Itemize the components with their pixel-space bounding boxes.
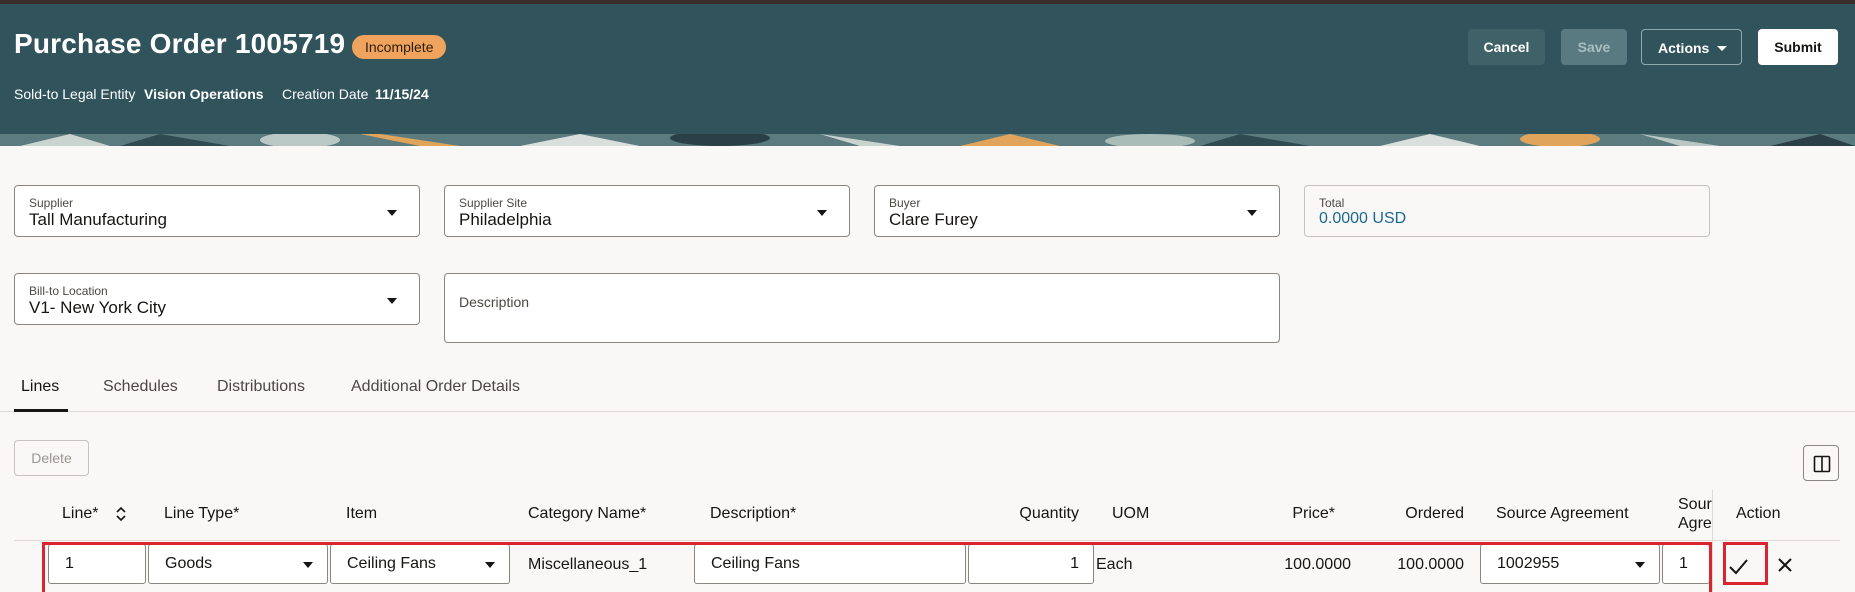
status-badge: Incomplete <box>352 35 447 59</box>
supplier-label: Supplier <box>29 196 74 210</box>
actions-menu-button[interactable]: Actions <box>1641 29 1742 65</box>
decorative-banner <box>0 134 1855 146</box>
supplier-select[interactable]: Supplier Tall Manufacturing <box>14 185 420 237</box>
row-highlight <box>42 542 1712 592</box>
column-header-action: Action <box>1736 505 1781 522</box>
frozen-column-divider <box>1712 490 1713 592</box>
legal-entity-value: Vision Operations <box>144 86 264 102</box>
column-header-description: Description* <box>710 505 797 522</box>
column-header-source-agreement-line-bottom: Agre <box>1678 515 1712 532</box>
legal-entity-label: Sold-to Legal Entity <box>14 86 136 102</box>
dropdown-arrow-icon <box>817 210 827 216</box>
sort-icon[interactable] <box>114 504 128 524</box>
buyer-select[interactable]: Buyer Clare Furey <box>874 185 1280 237</box>
header-divider <box>14 540 1840 541</box>
cancel-button[interactable]: Cancel <box>1468 29 1545 65</box>
column-header-ordered: Ordered <box>1405 505 1464 522</box>
caret-down-icon <box>1717 46 1727 51</box>
column-header-category: Category Name* <box>528 505 647 522</box>
column-manager-button[interactable] <box>1803 445 1839 481</box>
column-header-price: Price* <box>1292 505 1335 522</box>
description-field[interactable]: Description <box>444 273 1280 343</box>
bill-to-location-value: V1- New York City <box>29 298 166 317</box>
total-label: Total <box>1319 196 1345 210</box>
column-header-source-agreement-line-top: Sour <box>1678 496 1712 513</box>
description-label: Description <box>459 294 530 310</box>
column-header-source-agreement: Source Agreement <box>1496 505 1629 522</box>
tab-bar: Lines Schedules Distributions Additional… <box>0 374 1855 412</box>
column-header-source-agreement-line: Sour Agre <box>1678 495 1712 533</box>
creation-date-label: Creation Date <box>282 86 369 102</box>
column-header-uom: UOM <box>1112 505 1150 522</box>
column-header-quantity: Quantity <box>1019 505 1079 522</box>
tab-lines[interactable]: Lines <box>21 378 59 396</box>
dropdown-arrow-icon <box>387 210 397 216</box>
total-field: Total 0.0000 USD <box>1304 185 1710 237</box>
tab-distributions[interactable]: Distributions <box>217 378 305 396</box>
submit-button[interactable]: Submit <box>1758 29 1838 65</box>
check-icon[interactable] <box>1727 555 1749 577</box>
column-header-item: Item <box>346 505 378 522</box>
column-header-line[interactable]: Line* <box>62 505 98 523</box>
buyer-value: Clare Furey <box>889 210 978 229</box>
actions-label: Actions <box>1658 40 1710 56</box>
dropdown-arrow-icon <box>1247 210 1257 216</box>
bill-to-location-label: Bill-to Location <box>29 284 108 298</box>
page-title: Purchase Order 1005719 <box>14 28 346 59</box>
delete-button[interactable]: Delete <box>14 440 89 476</box>
save-button[interactable]: Save <box>1561 29 1627 65</box>
close-icon[interactable] <box>1775 555 1795 575</box>
supplier-site-select[interactable]: Supplier Site Philadelphia <box>444 185 850 237</box>
total-value[interactable]: 0.0000 USD <box>1319 210 1406 228</box>
columns-icon <box>1813 455 1831 473</box>
creation-date-value: 11/15/24 <box>375 86 429 102</box>
buyer-label: Buyer <box>889 196 921 210</box>
tab-schedules[interactable]: Schedules <box>103 378 178 396</box>
bill-to-location-select[interactable]: Bill-to Location V1- New York City <box>14 273 420 325</box>
page-header: Purchase Order 1005719 Incomplete Sold-t… <box>0 4 1855 134</box>
supplier-value: Tall Manufacturing <box>29 210 167 229</box>
dropdown-arrow-icon <box>387 298 397 304</box>
supplier-site-value: Philadelphia <box>459 210 552 229</box>
supplier-site-label: Supplier Site <box>459 196 528 210</box>
active-tab-indicator <box>14 409 68 412</box>
tab-additional-order-details[interactable]: Additional Order Details <box>351 378 520 396</box>
column-header-line-type: Line Type* <box>164 505 240 522</box>
